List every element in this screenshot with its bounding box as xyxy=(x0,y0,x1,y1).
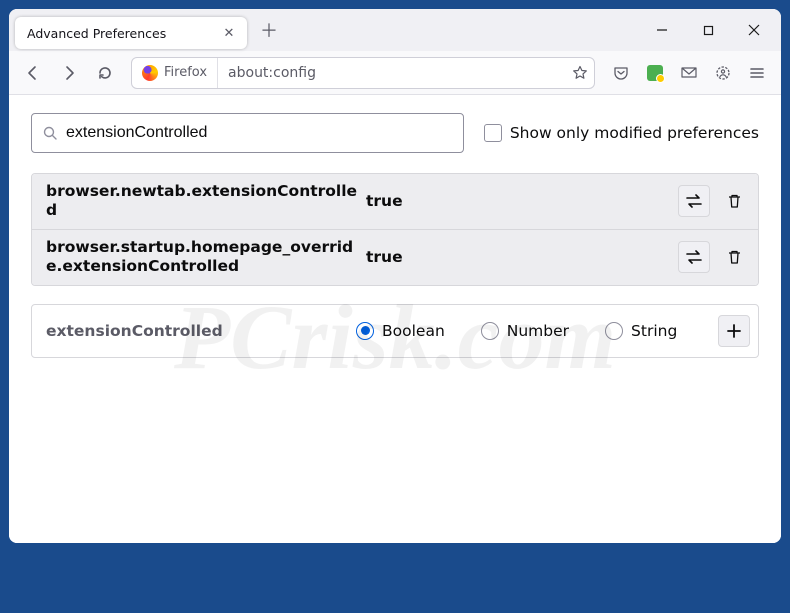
type-radio-group: Boolean Number String xyxy=(356,322,718,340)
window-controls xyxy=(639,9,777,51)
radio-icon xyxy=(605,322,623,340)
new-pref-row: extensionControlled Boolean Number Strin… xyxy=(31,304,759,358)
trash-icon xyxy=(727,249,742,265)
close-window-button[interactable] xyxy=(731,9,777,51)
account-icon[interactable] xyxy=(707,57,739,89)
swap-icon xyxy=(685,194,703,208)
tab-active[interactable]: Advanced Preferences ✕ xyxy=(15,17,247,49)
minimize-button[interactable] xyxy=(639,9,685,51)
url-text: about:config xyxy=(218,65,566,81)
show-modified-toggle[interactable]: Show only modified preferences xyxy=(484,124,759,142)
pref-actions xyxy=(678,241,750,273)
radio-boolean[interactable]: Boolean xyxy=(356,322,445,340)
pref-actions xyxy=(678,185,750,217)
about-config-content: Show only modified preferences browser.n… xyxy=(9,95,781,543)
prefs-table: browser.newtab.extensionControlled true … xyxy=(31,173,759,286)
search-icon xyxy=(42,125,58,141)
toolbar-actions xyxy=(605,57,773,89)
pref-name: browser.startup.homepage_override.extens… xyxy=(46,238,366,277)
reset-button[interactable] xyxy=(718,185,750,217)
radio-icon xyxy=(356,322,374,340)
show-modified-label: Show only modified preferences xyxy=(510,124,759,142)
tab-title: Advanced Preferences xyxy=(27,26,219,41)
inbox-icon[interactable] xyxy=(673,57,705,89)
browser-window: Advanced Preferences ✕ ＋ Firefox about:c… xyxy=(9,9,781,543)
search-input[interactable] xyxy=(66,124,453,142)
search-toolbar: Show only modified preferences xyxy=(31,113,759,153)
forward-button[interactable] xyxy=(53,57,85,89)
close-tab-icon[interactable]: ✕ xyxy=(219,23,239,43)
toggle-button[interactable] xyxy=(678,185,710,217)
add-pref-button[interactable] xyxy=(718,315,750,347)
nav-bar: Firefox about:config xyxy=(9,51,781,95)
trash-icon xyxy=(727,193,742,209)
pref-row[interactable]: browser.newtab.extensionControlled true xyxy=(32,174,758,229)
new-pref-name: extensionControlled xyxy=(46,322,356,340)
tab-strip: Advanced Preferences ✕ ＋ xyxy=(9,9,781,51)
maximize-button[interactable] xyxy=(685,9,731,51)
pref-name: browser.newtab.extensionControlled xyxy=(46,182,366,221)
back-button[interactable] xyxy=(17,57,49,89)
toggle-button[interactable] xyxy=(678,241,710,273)
plus-icon xyxy=(727,324,741,338)
radio-string[interactable]: String xyxy=(605,322,677,340)
pocket-icon[interactable] xyxy=(605,57,637,89)
reset-button[interactable] xyxy=(718,241,750,273)
app-menu-icon[interactable] xyxy=(741,57,773,89)
pref-row[interactable]: browser.startup.homepage_override.extens… xyxy=(32,229,758,285)
identity-label: Firefox xyxy=(164,65,207,80)
url-bar[interactable]: Firefox about:config xyxy=(131,57,595,89)
extension-icon[interactable] xyxy=(639,57,671,89)
swap-icon xyxy=(685,250,703,264)
radio-number[interactable]: Number xyxy=(481,322,569,340)
checkbox-icon xyxy=(484,124,502,142)
search-box[interactable] xyxy=(31,113,464,153)
firefox-icon xyxy=(142,65,158,81)
site-identity[interactable]: Firefox xyxy=(132,58,218,88)
bookmark-star-icon[interactable] xyxy=(566,65,594,81)
pref-value: true xyxy=(366,192,678,210)
radio-icon xyxy=(481,322,499,340)
new-tab-button[interactable]: ＋ xyxy=(255,16,283,44)
reload-button[interactable] xyxy=(89,57,121,89)
pref-value: true xyxy=(366,248,678,266)
